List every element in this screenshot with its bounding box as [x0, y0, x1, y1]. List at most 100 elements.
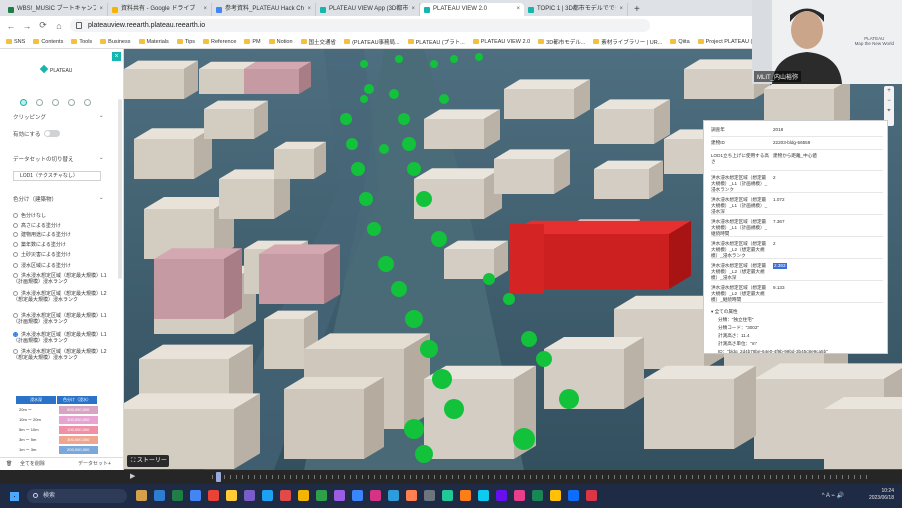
taskbar-app-icon[interactable] [226, 490, 237, 501]
home-icon[interactable]: ⌂ [54, 21, 64, 31]
taskbar-app-icon[interactable] [550, 490, 561, 501]
browser-tab[interactable]: PLATEAU VIEW 2.0 × [420, 3, 524, 16]
taskbar-app-icon[interactable] [136, 490, 147, 501]
timeline-handle[interactable] [216, 472, 221, 482]
back-icon[interactable]: ← [6, 21, 16, 31]
tab-close-icon[interactable]: × [411, 3, 415, 16]
taskbar-app-icon[interactable] [262, 490, 273, 501]
lod-select[interactable]: LOD1（テクスチャなし） [13, 171, 101, 181]
color-option[interactable]: 浸水区域による塗分け [13, 263, 113, 269]
bookmark-item[interactable]: Project PLATEAU (P... [697, 39, 760, 45]
radio-button[interactable] [13, 349, 18, 355]
bookmark-item[interactable]: Tools [71, 39, 92, 45]
taskbar-app-icon[interactable] [154, 490, 165, 501]
tray-icons[interactable]: ^ A ⌁ 🔊 [822, 492, 844, 499]
reload-icon[interactable]: ⟳ [38, 20, 48, 31]
play-icon[interactable]: ▶ [130, 472, 135, 480]
section-clipping[interactable]: クリッピング ⌄ [13, 113, 104, 121]
taskbar-app-icon[interactable] [496, 490, 507, 501]
bookmark-item[interactable]: 国土交通省 [300, 38, 336, 46]
panel-scrollbar[interactable] [118, 99, 122, 279]
radio-button[interactable] [13, 232, 18, 238]
clock[interactable]: 10:24 2023/06/18 [869, 488, 894, 502]
bookmark-item[interactable]: PLATEAU VIEW 2.0 [472, 39, 530, 45]
info-icon[interactable] [84, 99, 91, 106]
bookmark-item[interactable]: Notion [268, 39, 293, 45]
color-option[interactable]: 築年数による塗分け [13, 242, 113, 248]
new-tab-button[interactable]: + [628, 3, 646, 16]
browser-tab[interactable]: TOPIC 1 | 3D都市モデルでできる...× [524, 3, 628, 16]
bookmark-item[interactable]: 3D都市モデル... [538, 38, 585, 46]
tab-close-icon[interactable]: × [99, 3, 103, 16]
bookmark-item[interactable]: PM [244, 39, 261, 45]
taskbar-app-icon[interactable] [190, 490, 201, 501]
attribute-tree-item[interactable]: ▾ 全ての属性 [711, 309, 883, 315]
share-icon[interactable] [52, 99, 59, 106]
taskbar-app-icon[interactable] [442, 490, 453, 501]
bookmark-item[interactable]: Qiita [670, 39, 690, 45]
section-dataset-switch[interactable]: データセットの切り替え ⌄ [13, 155, 104, 163]
taskbar-app-icon[interactable] [478, 490, 489, 501]
taskbar-app-icon[interactable] [370, 490, 381, 501]
color-option[interactable]: 洪水浸水想定区域（想定最大規模）L1（計画規模）浸水ランク [13, 313, 113, 325]
browser-tab[interactable]: 参考資料_PLATEAU Hack Challe...× [212, 3, 316, 16]
bookmark-item[interactable]: (PLATEAU事務局... [344, 38, 400, 46]
timeline-track[interactable] [212, 475, 872, 479]
map-icon[interactable] [36, 99, 43, 106]
radio-button[interactable] [13, 273, 18, 279]
taskbar-app-icon[interactable] [568, 490, 579, 501]
color-option[interactable]: 土砂災害による塗分け [13, 252, 113, 258]
taskbar-app-icon[interactable] [586, 490, 597, 501]
clipping-toggle[interactable] [44, 130, 60, 137]
windows-start-icon[interactable] [10, 492, 19, 501]
zoom-out-button[interactable]: − [884, 96, 894, 106]
bookmark-item[interactable]: Business [100, 39, 131, 45]
radio-button[interactable] [13, 332, 18, 338]
clock-icon[interactable] [68, 99, 75, 106]
bookmark-item[interactable]: PLATEAU (プラト... [407, 38, 465, 46]
story-button[interactable]: ⛶ ストーリー [127, 455, 169, 467]
tab-close-icon[interactable]: × [619, 3, 623, 16]
radio-button[interactable] [13, 223, 18, 229]
taskbar-app-icon[interactable] [298, 490, 309, 501]
locate-button[interactable]: ⌖ [884, 106, 894, 116]
radio-button[interactable] [13, 263, 18, 269]
bookmark-item[interactable]: Reference [203, 39, 236, 45]
bookmark-item[interactable]: Tips [176, 39, 195, 45]
color-option[interactable]: 洪水浸水想定区域（想定最大規模）L1（計画規模）浸水ランク [13, 332, 113, 344]
browser-tab[interactable]: PLATEAU VIEW App (3D都市モ...× [316, 3, 420, 16]
color-option[interactable]: 建物用途による塗分け [13, 232, 113, 238]
remove-all-button[interactable]: 全てを削除 [20, 458, 45, 470]
tab-close-icon[interactable]: × [516, 3, 520, 16]
bookmark-item[interactable]: SNS [6, 39, 25, 45]
add-dataset-button[interactable]: データセット+ [78, 458, 111, 470]
taskbar-search[interactable]: 検索 [27, 489, 127, 503]
radio-button[interactable] [13, 242, 18, 248]
radio-button[interactable] [13, 313, 18, 319]
taskbar-app-icon[interactable] [460, 490, 471, 501]
trash-icon[interactable]: 🗑 [6, 458, 12, 470]
taskbar-app-icon[interactable] [406, 490, 417, 501]
radio-button[interactable] [13, 213, 18, 219]
color-option[interactable]: 高さによる塗分け [13, 223, 113, 229]
taskbar-app-icon[interactable] [172, 490, 183, 501]
color-option[interactable]: 洪水浸水想定区域（想定最大規模）L2（想定最大規模）浸水ランク [13, 349, 113, 361]
taskbar-app-icon[interactable] [532, 490, 543, 501]
bookmark-item[interactable]: Materials [138, 39, 169, 45]
url-field[interactable]: plateauview.reearth.plateau.reearth.io [70, 19, 650, 32]
radio-button[interactable] [13, 252, 18, 258]
taskbar-app-icon[interactable] [316, 490, 327, 501]
bookmark-item[interactable]: 素材ライブラリー | UR... [593, 38, 662, 46]
forward-icon[interactable]: → [22, 21, 32, 31]
radio-button[interactable] [13, 291, 18, 297]
taskbar-app-icon[interactable] [424, 490, 435, 501]
section-color-by[interactable]: 色分け（建築物） ⌄ [13, 195, 104, 203]
tab-close-icon[interactable]: × [307, 3, 311, 16]
taskbar-app-icon[interactable] [208, 490, 219, 501]
browser-tab[interactable]: 資料共有 - Google ドライブ × [108, 3, 212, 16]
taskbar-app-icon[interactable] [244, 490, 255, 501]
taskbar-app-icon[interactable] [334, 490, 345, 501]
taskbar-app-icon[interactable] [514, 490, 525, 501]
taskbar-app-icon[interactable] [388, 490, 399, 501]
bookmark-item[interactable]: Contents [33, 39, 63, 45]
